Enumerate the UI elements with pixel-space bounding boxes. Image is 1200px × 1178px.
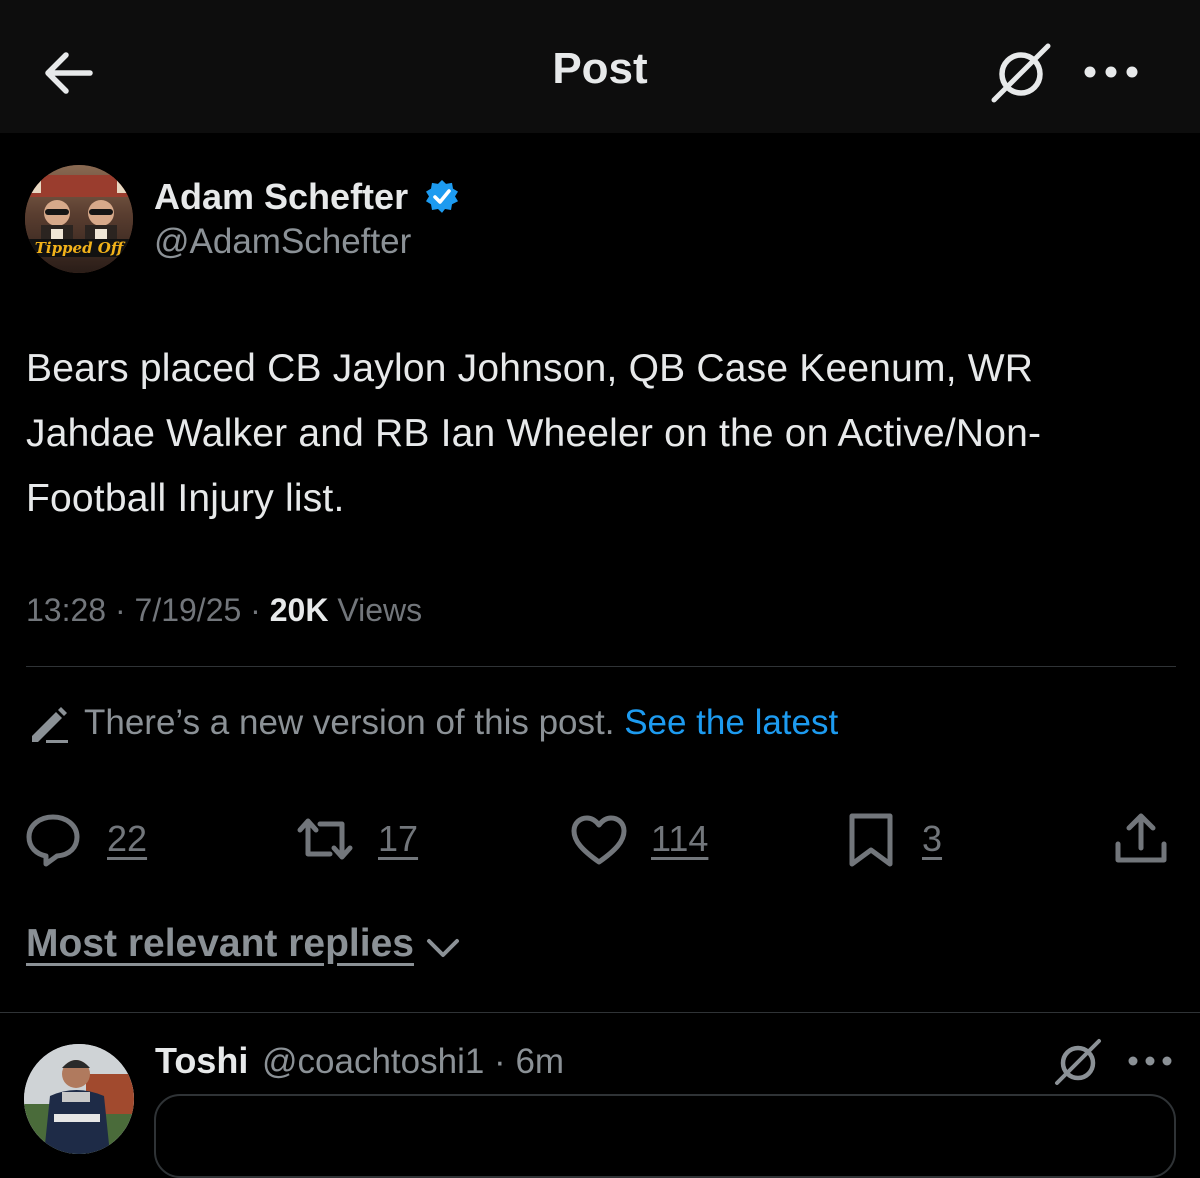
grok-icon <box>1055 1039 1101 1085</box>
share-icon <box>1115 813 1167 863</box>
replies-sort-dropdown[interactable]: Most relevant replies <box>26 922 414 966</box>
divider <box>26 666 1176 667</box>
edit-pencil-icon <box>28 706 70 744</box>
reply-more-button[interactable] <box>1126 1044 1174 1078</box>
grok-icon <box>991 43 1051 103</box>
reply-author-name[interactable]: Toshi <box>155 1040 248 1082</box>
edit-notice: There’s a new version of this post. See … <box>84 703 838 743</box>
reply-meta: @coachtoshi1 · 6m <box>262 1042 564 1082</box>
more-horizontal-icon <box>1084 66 1138 78</box>
reply-time: 6m <box>515 1042 565 1081</box>
arrow-left-icon <box>45 52 93 94</box>
grok-button[interactable] <box>988 40 1054 106</box>
repost-icon <box>297 818 353 860</box>
author-avatar[interactable]: Tipped Off <box>25 165 133 273</box>
reply-count[interactable]: 22 <box>107 818 147 860</box>
meta-separator: · <box>241 592 270 628</box>
author-handle[interactable]: @AdamSchefter <box>154 222 411 262</box>
reply-avatar-image <box>24 1044 134 1154</box>
like-count[interactable]: 114 <box>651 818 708 860</box>
like-button[interactable] <box>570 812 628 870</box>
reply-icon <box>26 814 80 867</box>
reply-handle[interactable]: @coachtoshi1 <box>262 1042 484 1081</box>
author-name[interactable]: Adam Schefter <box>154 176 408 218</box>
repost-button[interactable] <box>296 810 354 868</box>
repost-count[interactable]: 17 <box>378 818 418 860</box>
heart-icon <box>571 815 627 865</box>
post-meta: 13:28 · 7/19/25 · 20K Views <box>26 592 422 629</box>
post-time: 13:28 <box>26 592 107 628</box>
bookmark-icon <box>849 813 893 867</box>
more-options-button[interactable] <box>1082 52 1142 92</box>
meta-separator: · <box>106 592 135 628</box>
chevron-down-icon[interactable] <box>424 930 462 968</box>
verified-badge-icon <box>424 179 460 215</box>
bookmark-button[interactable] <box>844 812 902 870</box>
post-date: 7/19/25 <box>134 592 242 628</box>
reply-avatar[interactable] <box>24 1044 134 1154</box>
reply-separator: · <box>484 1042 516 1081</box>
back-button[interactable] <box>38 48 98 98</box>
share-button[interactable] <box>1112 810 1170 868</box>
divider <box>0 1012 1200 1013</box>
reply-grok-button[interactable] <box>1052 1036 1104 1088</box>
see-latest-link[interactable]: See the latest <box>624 703 838 742</box>
avatar-logo-text: Tipped Off <box>35 239 126 257</box>
page-title: Post <box>552 44 648 93</box>
more-horizontal-icon <box>1128 1056 1172 1066</box>
views-count[interactable]: 20K <box>270 592 329 628</box>
reply-button[interactable] <box>24 810 82 868</box>
views-label: Views <box>328 592 423 628</box>
reply-embedded-card[interactable] <box>154 1094 1176 1178</box>
avatar-image: Tipped Off <box>25 165 133 273</box>
edit-notice-text: There’s a new version of this post. <box>84 703 625 742</box>
bookmark-count[interactable]: 3 <box>922 818 942 860</box>
post-text: Bears placed CB Jaylon Johnson, QB Case … <box>26 347 1042 520</box>
